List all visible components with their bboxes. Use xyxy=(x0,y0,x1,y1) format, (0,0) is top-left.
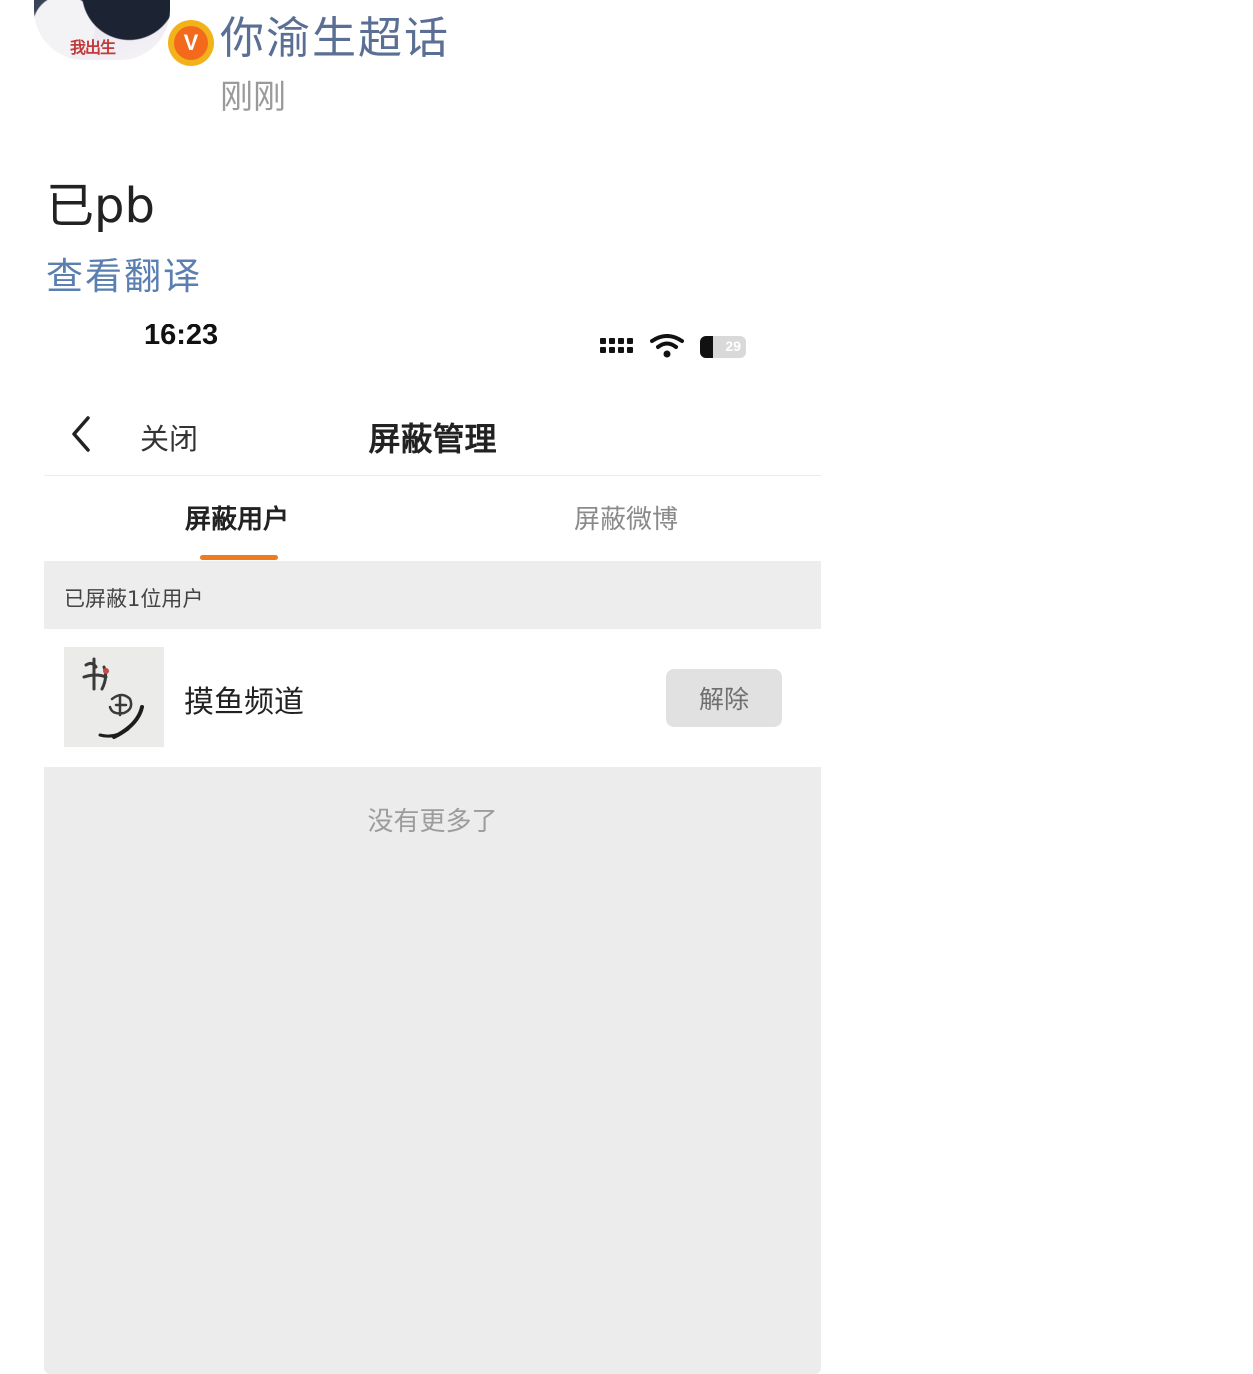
verified-badge-icon: V xyxy=(168,20,214,66)
avatar-caption: 我出生 xyxy=(70,38,116,57)
status-bar-time: 16:23 xyxy=(144,324,219,346)
post-timestamp: 刚刚 xyxy=(220,77,286,116)
avatar[interactable]: 我出生 xyxy=(34,0,170,60)
author-avatar-group[interactable]: 我出生 V xyxy=(34,0,214,66)
author-name[interactable]: 你渝生超话 xyxy=(220,2,450,66)
attached-screenshot[interactable]: 16:23 29 关闭 屏蔽管理 屏蔽用户 屏蔽微博 已屏蔽1位用户 摸鱼 摸鱼… xyxy=(44,318,821,1374)
tab-bar: 屏蔽用户 屏蔽微博 xyxy=(44,477,821,561)
navbar: 关闭 屏蔽管理 xyxy=(44,398,821,476)
signal-icon xyxy=(600,338,640,356)
blocked-count-text: 已屏蔽1位用户 xyxy=(64,587,204,611)
no-more-text: 没有更多了 xyxy=(367,807,498,837)
post-text: 已pb xyxy=(46,178,155,234)
user-avatar[interactable]: 摸鱼 xyxy=(64,647,164,747)
page-title: 屏蔽管理 xyxy=(44,414,821,460)
verified-mark: V xyxy=(174,26,208,60)
unblock-button[interactable]: 解除 xyxy=(666,669,782,727)
tab-blocked-posts[interactable]: 屏蔽微博 xyxy=(526,499,726,536)
calligraphy-logo-icon: 摸鱼 xyxy=(64,647,164,747)
battery-icon: 29 xyxy=(700,336,746,358)
blocked-count-header: 已屏蔽1位用户 xyxy=(44,561,821,629)
view-translation-link[interactable]: 查看翻译 xyxy=(46,246,202,300)
list-item[interactable]: 摸鱼 摸鱼频道 解除 xyxy=(44,629,821,767)
list-footer-area: 没有更多了 xyxy=(44,767,821,1374)
battery-level: 29 xyxy=(725,338,741,354)
page-title-text: 屏蔽管理 xyxy=(368,420,497,458)
wifi-icon xyxy=(650,334,684,358)
tab-blocked-users[interactable]: 屏蔽用户 xyxy=(137,499,337,536)
active-tab-indicator xyxy=(200,555,278,560)
screenshot-post: 我出生 V 你渝生超话 刚刚 已pb 查看翻译 16:23 29 关闭 屏蔽管理… xyxy=(0,0,1253,1374)
blocked-user-name[interactable]: 摸鱼频道 xyxy=(184,677,304,721)
battery-fill xyxy=(700,336,714,358)
